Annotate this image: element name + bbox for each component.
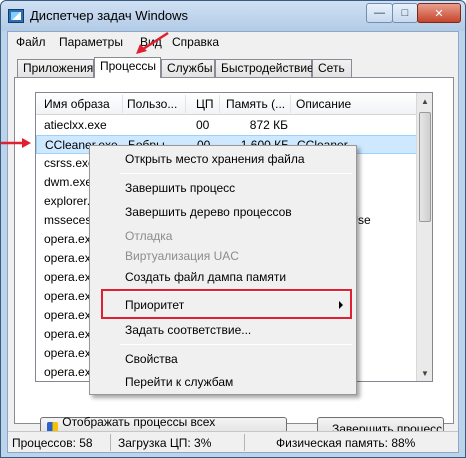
menu-uac-virtualization: Виртуализация UAC <box>125 249 239 263</box>
status-divider <box>244 434 245 451</box>
menu-bar: Файл Параметры Вид Справка <box>8 32 458 52</box>
annotation-arrow-icon <box>136 31 169 54</box>
vertical-scrollbar[interactable]: ▲ ▼ <box>416 93 432 381</box>
menu-separator <box>120 173 352 174</box>
status-cpu-usage: Загрузка ЦП: 3% <box>118 436 212 450</box>
column-divider[interactable] <box>290 95 291 113</box>
tab-processes[interactable]: Процессы <box>94 57 161 78</box>
status-memory-usage: Физическая память: 88% <box>276 436 416 450</box>
column-divider[interactable] <box>122 95 123 113</box>
maximize-button[interactable]: □ <box>392 3 418 23</box>
menu-end-process[interactable]: Завершить процесс <box>125 181 235 195</box>
process-cpu-cell: 00 <box>196 118 210 132</box>
scroll-up-arrow-icon[interactable]: ▲ <box>417 93 432 109</box>
scroll-down-arrow-icon[interactable]: ▼ <box>417 365 432 381</box>
column-description[interactable]: Описание <box>296 97 351 111</box>
menu-go-to-services[interactable]: Перейти к службам <box>125 375 233 389</box>
minimize-button[interactable]: — <box>366 3 393 23</box>
process-list-header: Имя образа Пользо... ЦП Память (... Опис… <box>36 93 422 115</box>
menu-options[interactable]: Параметры <box>59 35 123 49</box>
status-process-count: Процессов: 58 <box>12 436 93 450</box>
column-user[interactable]: Пользо... <box>127 97 177 111</box>
column-divider[interactable] <box>185 95 186 113</box>
menu-set-affinity[interactable]: Задать соответствие... <box>125 323 251 337</box>
process-name-cell: atieclxx.exe <box>44 118 107 132</box>
process-memory-cell: 872 КБ <box>249 118 288 132</box>
column-image-name[interactable]: Имя образа <box>44 97 110 111</box>
close-button[interactable]: ✕ <box>417 3 461 23</box>
menu-properties[interactable]: Свойства <box>125 352 178 366</box>
menu-separator <box>120 344 352 345</box>
context-menu: Открыть место хранения файла Завершить п… <box>89 145 357 395</box>
menu-end-process-tree[interactable]: Завершить дерево процессов <box>125 205 292 219</box>
title-bar[interactable]: Диспетчер задач Windows — □ ✕ <box>1 1 465 31</box>
window-title: Диспетчер задач Windows <box>30 8 189 23</box>
task-manager-icon <box>8 9 24 23</box>
column-divider[interactable] <box>219 95 220 113</box>
status-bar: Процессов: 58 Загрузка ЦП: 3% Физическая… <box>8 431 458 452</box>
tab-applications[interactable]: Приложения <box>17 59 94 77</box>
column-memory[interactable]: Память (... <box>226 97 285 111</box>
tab-performance[interactable]: Быстродействие <box>215 59 314 77</box>
annotation-arrow-icon <box>1 138 31 148</box>
menu-create-dump-file[interactable]: Создать файл дампа памяти <box>125 270 286 284</box>
annotation-highlight-box <box>101 289 352 319</box>
table-row[interactable]: atieclxx.exe 00 872 КБ <box>36 116 422 135</box>
tab-strip: Приложения Процессы Службы Быстродействи… <box>14 57 454 78</box>
menu-open-file-location[interactable]: Открыть место хранения файла <box>125 152 305 166</box>
menu-help[interactable]: Справка <box>172 35 219 49</box>
status-divider <box>110 434 111 451</box>
menu-file[interactable]: Файл <box>16 35 46 49</box>
scroll-thumb[interactable] <box>419 112 431 222</box>
tab-network[interactable]: Сеть <box>312 59 352 77</box>
column-cpu[interactable]: ЦП <box>196 97 214 111</box>
menu-debug: Отладка <box>125 229 173 243</box>
tab-services[interactable]: Службы <box>161 59 215 77</box>
